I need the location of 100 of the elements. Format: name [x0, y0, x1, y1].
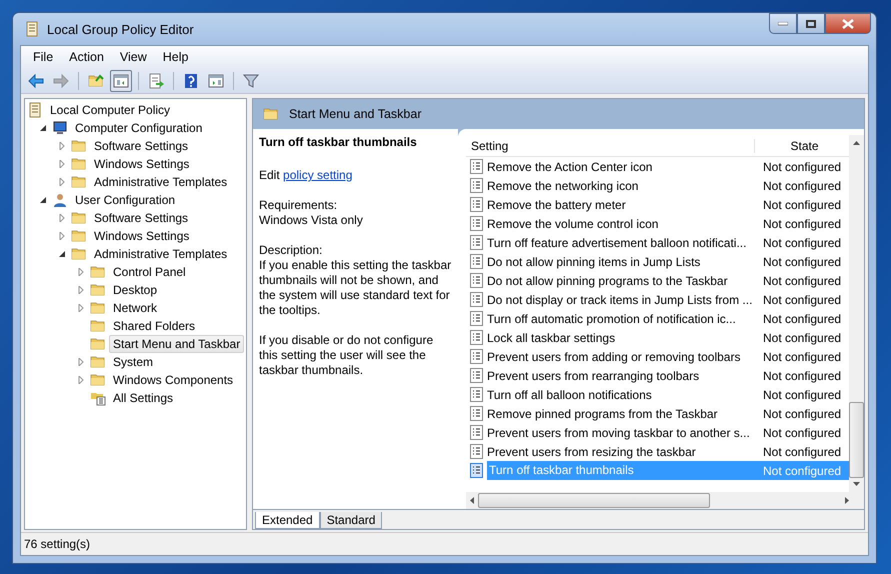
tree-item[interactable]: Local Computer Policy — [46, 101, 174, 119]
state-cell-text: Not configured — [762, 158, 842, 176]
menu-item[interactable]: Action — [61, 50, 112, 64]
close-icon — [842, 18, 854, 28]
state-cell-text: Not configured — [762, 292, 842, 308]
vertical-scrollbar[interactable] — [849, 135, 864, 492]
collapsed-triangle-icon[interactable] — [58, 214, 66, 222]
collapsed-triangle-icon[interactable] — [77, 304, 85, 312]
policy-setting-link[interactable]: policy setting — [283, 168, 352, 182]
setting-cell[interactable]: Do not display or track items in Jump Lists from ... — [487, 292, 752, 306]
setting-icon — [470, 216, 483, 231]
policy-title: Turn off taskbar thumbnails — [259, 135, 418, 150]
collapsed-triangle-icon[interactable] — [58, 178, 66, 186]
close-button[interactable] — [825, 13, 871, 34]
scroll-icon — [24, 21, 40, 37]
tree-item[interactable]: Windows Settings — [90, 155, 194, 173]
tree-item[interactable]: Software Settings — [90, 209, 192, 227]
folder-icon — [263, 106, 279, 122]
view-tab[interactable]: Standard — [320, 512, 382, 529]
expanded-triangle-icon[interactable] — [58, 250, 66, 258]
minimize-button[interactable] — [769, 13, 797, 34]
scroll-left-icon[interactable] — [470, 497, 474, 504]
state-cell-text: Not configured — [762, 178, 842, 194]
setting-icon — [470, 254, 483, 269]
folder-list-icon — [90, 390, 106, 406]
collapsed-triangle-icon[interactable] — [58, 232, 66, 240]
tree-item[interactable]: Network — [109, 299, 162, 317]
setting-cell[interactable]: Do not allow pinning programs to the Taskbar — [487, 274, 728, 288]
tree-item[interactable]: User Configuration — [71, 191, 180, 209]
menu-item[interactable]: Help — [154, 50, 196, 64]
tree-item[interactable]: Administrative Templates — [90, 173, 232, 191]
menu-item[interactable]: View — [112, 50, 155, 64]
setting-cell[interactable]: Prevent users from rearranging toolbars — [487, 368, 700, 382]
tree-item[interactable]: Windows Settings — [90, 227, 194, 245]
user-icon — [52, 192, 68, 208]
horizontal-scrollbar[interactable] — [466, 492, 864, 509]
scroll-down-icon[interactable] — [853, 482, 860, 486]
setting-cell[interactable]: Turn off automatic promotion of notification ic... — [487, 312, 736, 326]
tree-item[interactable]: Shared Folders — [109, 317, 200, 335]
scroll-thumb[interactable] — [478, 493, 710, 508]
setting-cell[interactable]: Remove the battery meter — [487, 198, 626, 212]
setting-cell[interactable]: Prevent users from adding or removing toolbars — [487, 350, 740, 364]
setting-cell[interactable]: Lock all taskbar settings — [487, 330, 616, 344]
tree-item[interactable]: System — [109, 353, 158, 371]
folder-icon — [71, 228, 87, 244]
state-cell-text: Not configured — [762, 406, 842, 422]
setting-cell[interactable]: Turn off all balloon notifications — [487, 388, 652, 402]
setting-icon — [470, 311, 483, 326]
tree-item[interactable]: Administrative Templates — [90, 245, 232, 263]
setting-cell[interactable]: Remove the Action Center icon — [487, 160, 652, 174]
folder-icon — [90, 372, 106, 388]
setting-cell[interactable]: Do not allow pinning items in Jump Lists — [487, 254, 700, 268]
collapsed-triangle-icon[interactable] — [77, 358, 85, 366]
setting-cell[interactable]: Remove the volume control icon — [487, 216, 658, 230]
column-header[interactable]: Setting — [466, 138, 754, 152]
expanded-triangle-icon[interactable] — [39, 124, 47, 132]
collapsed-triangle-icon[interactable] — [77, 268, 85, 276]
state-cell-text: Not configured — [762, 444, 842, 460]
scroll-right-icon[interactable] — [845, 497, 849, 504]
collapsed-triangle-icon[interactable] — [58, 142, 66, 150]
setting-cell[interactable]: Prevent users from moving taskbar to another s... — [487, 426, 750, 440]
state-cell-text: Not configured — [762, 368, 842, 384]
toolbar-button[interactable] — [110, 70, 132, 92]
folder-up-icon — [88, 72, 104, 88]
tree-item[interactable]: Start Menu and Taskbar — [109, 335, 244, 353]
scroll-thumb[interactable] — [849, 402, 864, 478]
expanded-triangle-icon[interactable] — [39, 196, 47, 204]
view-tab[interactable]: Extended — [255, 512, 320, 529]
setting-icon — [470, 425, 483, 440]
setting-cell[interactable]: Remove pinned programs from the Taskbar — [487, 406, 718, 420]
folder-icon — [71, 246, 87, 262]
state-cell-text: Not configured — [762, 348, 842, 366]
folder-icon — [71, 156, 87, 172]
state-cell-text: Not configured — [762, 386, 842, 404]
state-cell-text: Not configured — [762, 330, 842, 346]
scroll-up-icon[interactable] — [853, 141, 860, 145]
state-cell-text: Not configured — [762, 272, 842, 290]
setting-icon — [470, 292, 483, 307]
tree-item[interactable]: Control Panel — [109, 263, 190, 281]
setting-icon — [470, 235, 483, 250]
menu-item[interactable]: File — [25, 50, 62, 64]
collapsed-triangle-icon[interactable] — [77, 376, 85, 384]
setting-icon — [470, 330, 483, 345]
maximize-button[interactable] — [797, 13, 825, 34]
tree-item[interactable]: Windows Components — [109, 371, 238, 389]
setting-cell[interactable]: Turn off feature advertisement balloon notificati... — [487, 236, 746, 250]
setting-cell[interactable]: Remove the networking icon — [487, 178, 638, 192]
tree-item[interactable]: Desktop — [109, 281, 162, 299]
requirements-label: Requirements: — [259, 198, 338, 212]
tree-item[interactable]: All Settings — [109, 389, 178, 407]
setting-icon — [470, 273, 483, 288]
setting-icon — [470, 368, 483, 383]
collapsed-triangle-icon[interactable] — [58, 160, 66, 168]
tree-item[interactable]: Software Settings — [90, 137, 192, 155]
setting-cell[interactable]: Prevent users from resizing the taskbar — [487, 444, 696, 458]
filter-icon — [243, 72, 259, 88]
setting-icon — [470, 349, 483, 364]
tree-item[interactable]: Computer Configuration — [71, 119, 206, 137]
folder-icon — [90, 318, 106, 334]
collapsed-triangle-icon[interactable] — [77, 286, 85, 294]
